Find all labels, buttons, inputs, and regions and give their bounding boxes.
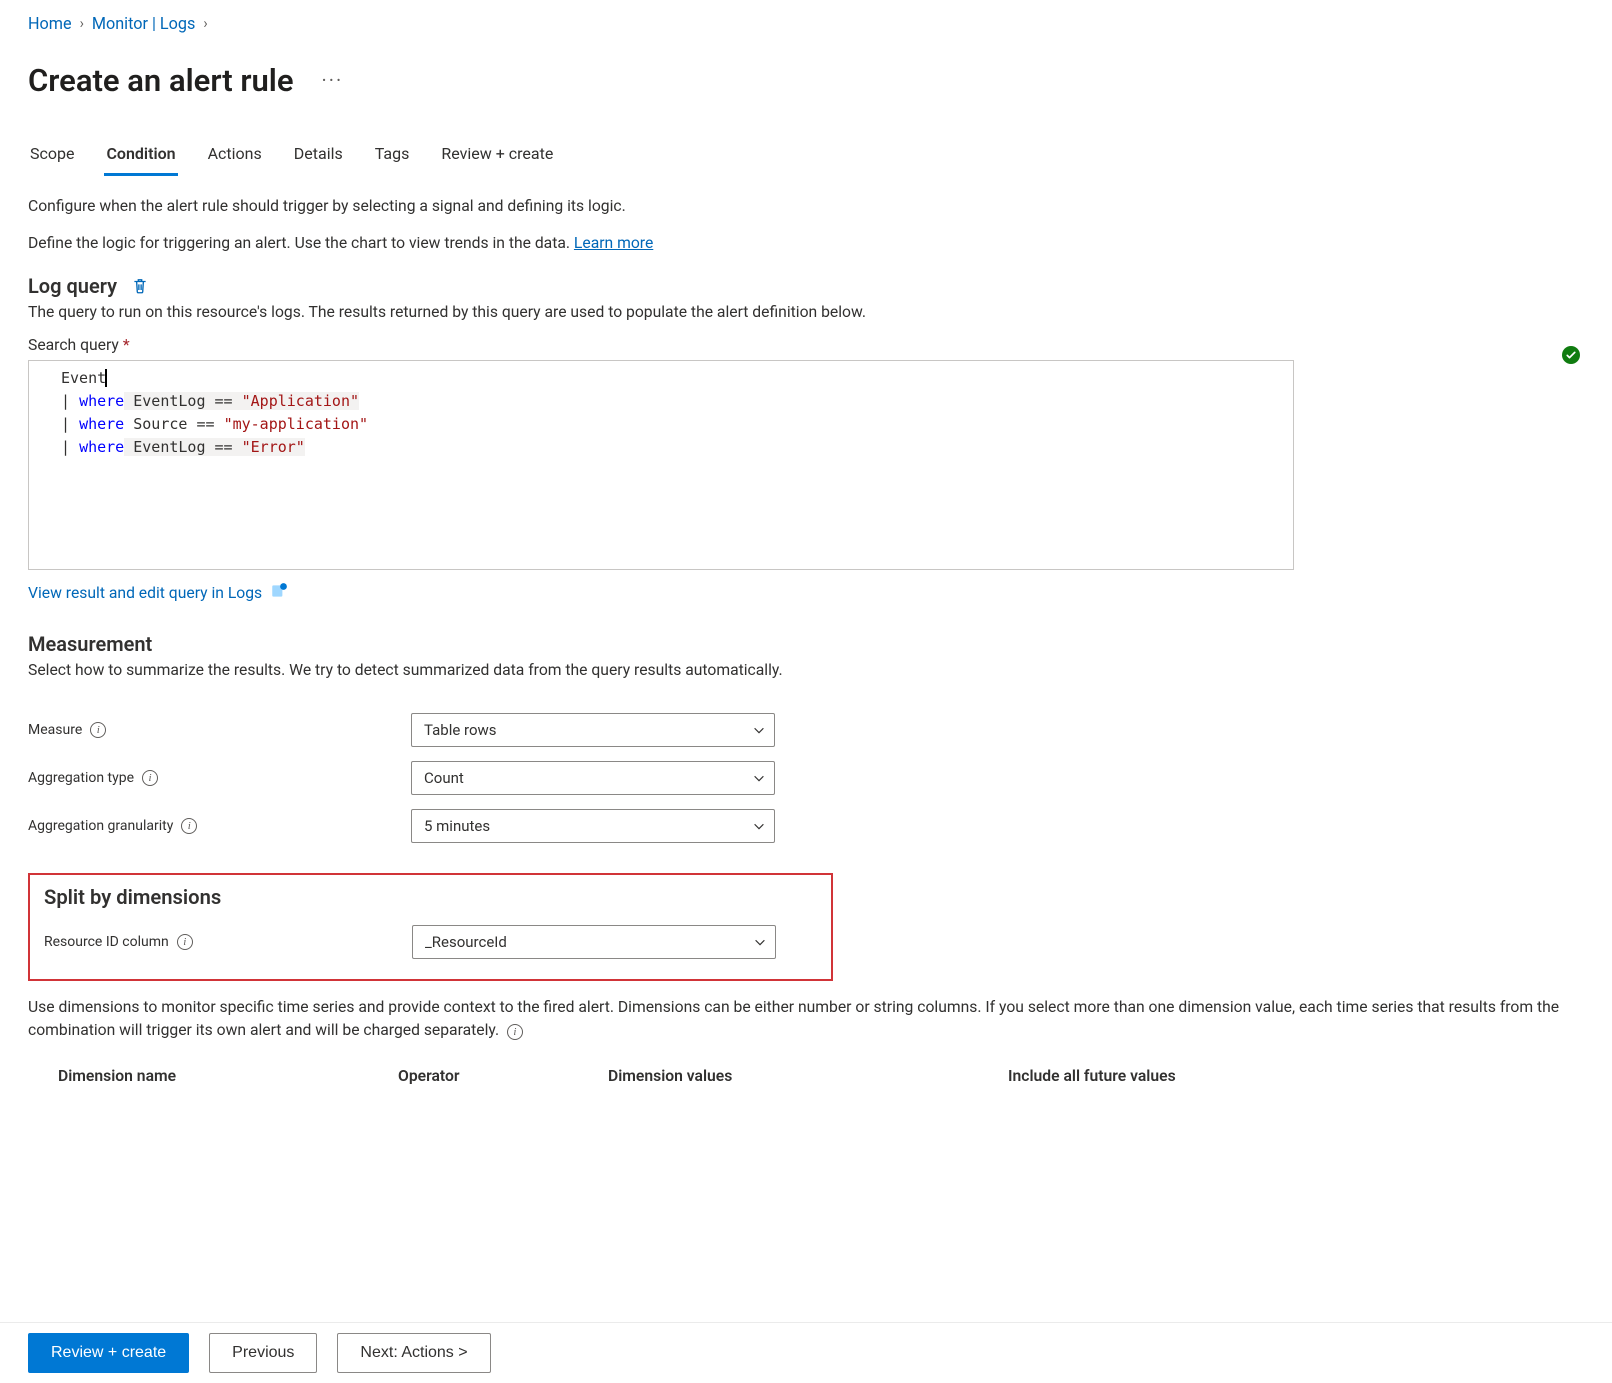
info-icon[interactable]: i: [177, 934, 193, 950]
previous-button[interactable]: Previous: [209, 1333, 317, 1373]
required-indicator: *: [123, 335, 130, 354]
search-query-label: Search query: [28, 335, 119, 354]
info-icon[interactable]: i: [142, 770, 158, 786]
tab-scope[interactable]: Scope: [28, 138, 76, 176]
info-icon[interactable]: i: [507, 1024, 523, 1040]
resource-id-column-label: Resource ID column: [44, 934, 169, 950]
breadcrumb: Home › Monitor | Logs ›: [28, 14, 1584, 33]
tab-condition[interactable]: Condition: [104, 138, 177, 176]
tab-review-create[interactable]: Review + create: [439, 138, 555, 176]
aggregation-type-label: Aggregation type: [28, 770, 134, 786]
wizard-footer: Review + create Previous Next: Actions >: [0, 1323, 1612, 1383]
learn-more-link[interactable]: Learn more: [574, 233, 653, 252]
next-actions-button[interactable]: Next: Actions >: [337, 1333, 490, 1373]
measure-select-value: Table rows: [424, 721, 497, 739]
breadcrumb-item-home[interactable]: Home: [28, 14, 72, 33]
more-actions-button[interactable]: ···: [314, 66, 352, 94]
measure-label: Measure: [28, 722, 82, 738]
info-icon[interactable]: i: [90, 722, 106, 738]
aggregation-type-select[interactable]: Count: [411, 761, 775, 795]
search-query-editor[interactable]: Event| where EventLog == "Application"| …: [28, 360, 1294, 570]
col-include-future: Include all future values: [1008, 1066, 1554, 1085]
aggregation-granularity-label: Aggregation granularity: [28, 818, 173, 834]
resource-id-column-value: _ResourceId: [425, 933, 507, 951]
chevron-down-icon: [753, 935, 767, 949]
page-title: Create an alert rule: [28, 62, 294, 99]
review-create-button[interactable]: Review + create: [28, 1333, 189, 1373]
chevron-down-icon: [752, 819, 766, 833]
view-result-link-label: View result and edit query in Logs: [28, 583, 262, 602]
dimensions-note: Use dimensions to monitor specific time …: [28, 995, 1584, 1042]
measure-select[interactable]: Table rows: [411, 713, 775, 747]
aggregation-granularity-select[interactable]: 5 minutes: [411, 809, 775, 843]
col-dimension-values: Dimension values: [608, 1066, 1008, 1085]
section-heading-split-label: Split by dimensions: [44, 885, 221, 909]
breadcrumb-item-monitor-logs[interactable]: Monitor | Logs: [92, 14, 195, 33]
intro-text-2-body: Define the logic for triggering an alert…: [28, 233, 574, 252]
section-heading-log-query: Log query: [28, 274, 1584, 298]
col-operator: Operator: [398, 1066, 608, 1085]
section-heading-log-query-label: Log query: [28, 274, 117, 298]
aggregation-type-value: Count: [424, 769, 464, 787]
intro-text-1: Configure when the alert rule should tri…: [28, 196, 1584, 215]
tabs: Scope Condition Actions Details Tags Rev…: [28, 138, 1584, 176]
intro-text-2: Define the logic for triggering an alert…: [28, 233, 1584, 252]
breadcrumb-sep: ›: [203, 16, 207, 32]
section-heading-measurement-label: Measurement: [28, 632, 152, 656]
chevron-down-icon: [752, 771, 766, 785]
section-heading-measurement: Measurement: [28, 632, 1584, 656]
col-dimension-name: Dimension name: [58, 1066, 398, 1085]
aggregation-granularity-value: 5 minutes: [424, 817, 490, 835]
delete-query-icon[interactable]: [131, 277, 149, 295]
tab-tags[interactable]: Tags: [373, 138, 412, 176]
resource-id-column-select[interactable]: _ResourceId: [412, 925, 776, 959]
dimensions-note-text: Use dimensions to monitor specific time …: [28, 997, 1559, 1040]
view-result-link[interactable]: View result and edit query in Logs: [28, 582, 288, 604]
section-heading-split: Split by dimensions: [44, 885, 817, 909]
breadcrumb-sep: ›: [80, 16, 84, 32]
open-logs-icon: [270, 582, 288, 604]
tab-actions[interactable]: Actions: [206, 138, 264, 176]
measurement-desc: Select how to summarize the results. We …: [28, 660, 1584, 679]
info-icon[interactable]: i: [181, 818, 197, 834]
dimensions-table-header: Dimension name Operator Dimension values…: [28, 1066, 1584, 1085]
validation-ok-icon: [1562, 346, 1580, 364]
log-query-desc: The query to run on this resource's logs…: [28, 302, 1584, 321]
split-by-dimensions-highlight: Split by dimensions Resource ID column i…: [28, 873, 833, 981]
tab-details[interactable]: Details: [292, 138, 345, 176]
chevron-down-icon: [752, 723, 766, 737]
